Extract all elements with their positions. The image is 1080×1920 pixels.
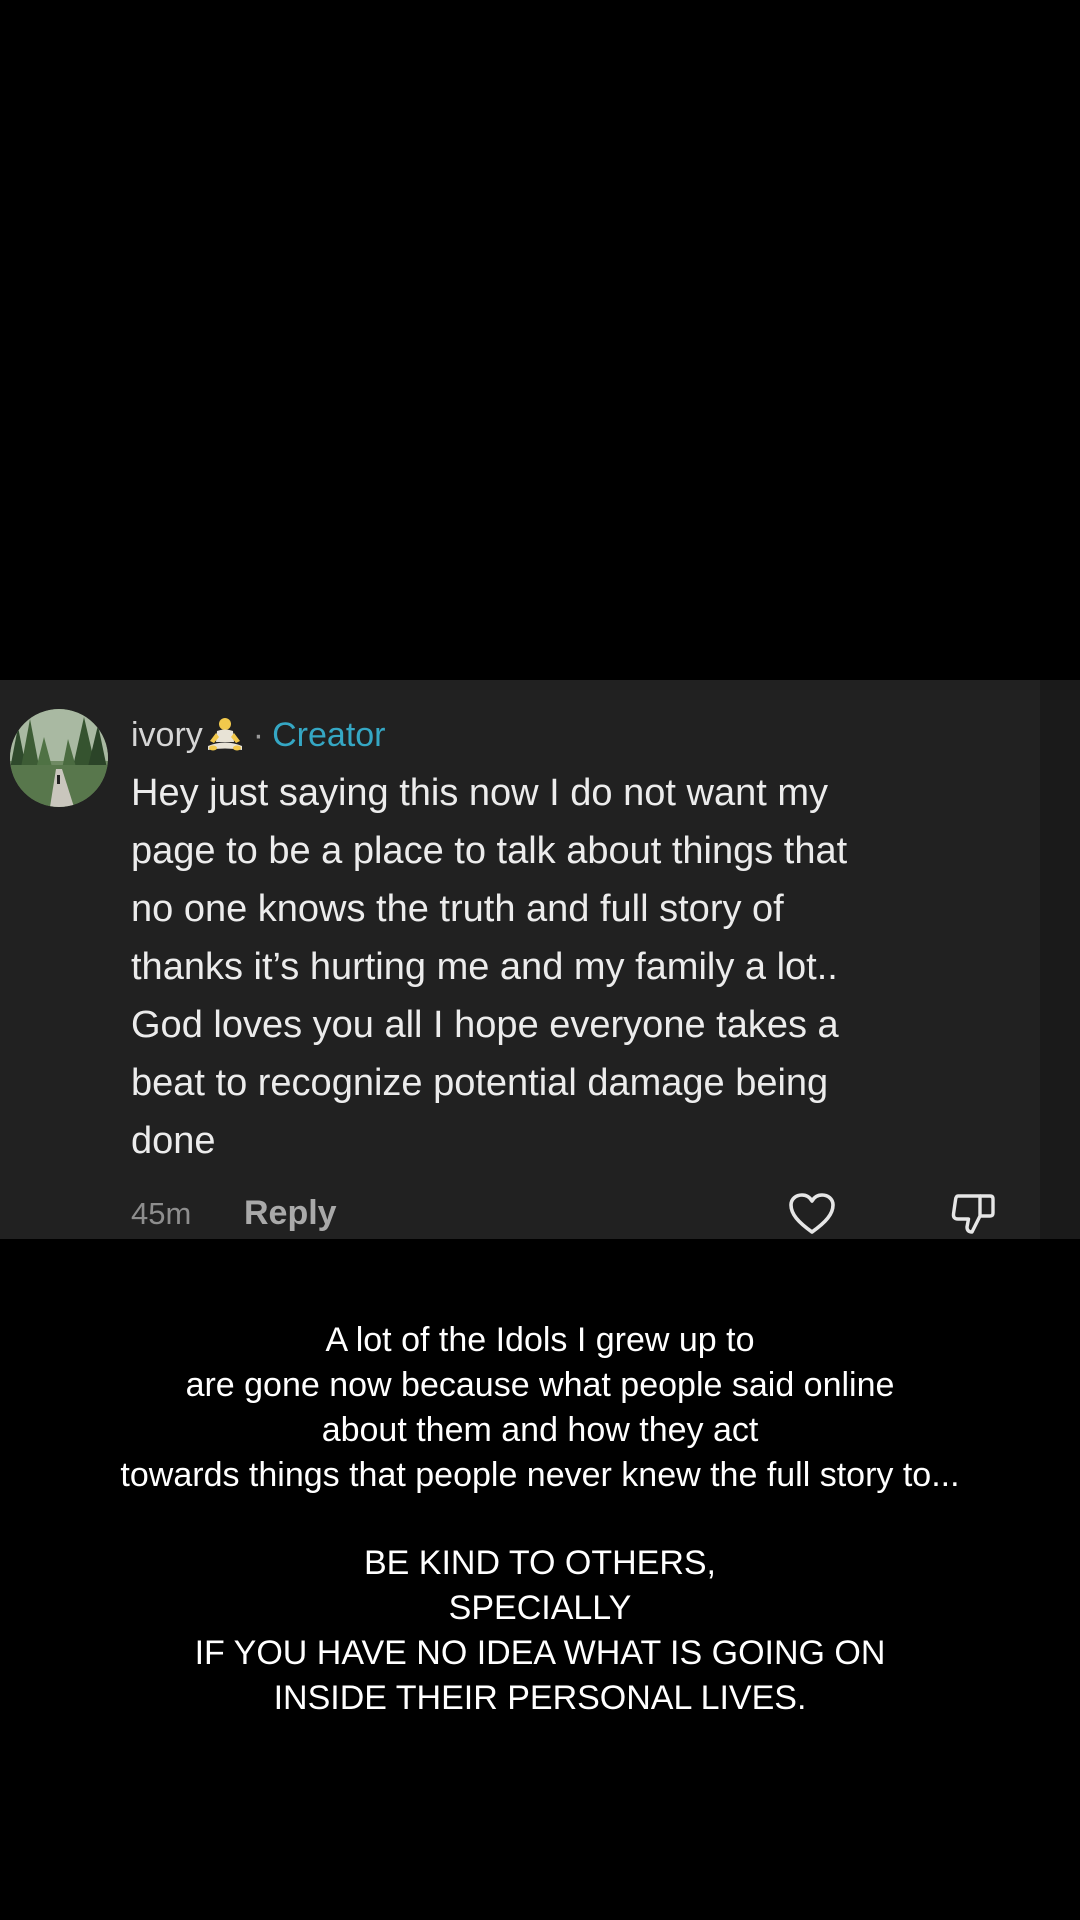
caption-line: A lot of the Idols I grew up to — [325, 1321, 755, 1359]
caption-line: INSIDE THEIR PERSONAL LIVES. — [273, 1679, 807, 1717]
comment-header: ivory · Creator — [131, 710, 386, 760]
comment-footer: 45m Reply — [131, 1188, 1031, 1236]
comment-card: ivory · Creator Hey just saying this now… — [0, 680, 1080, 1239]
forest-path-photo — [10, 709, 108, 807]
caption-line: are gone now because what people said on… — [185, 1366, 895, 1404]
heart-outline-icon — [789, 1193, 835, 1234]
avatar[interactable] — [10, 709, 108, 807]
caption-line: IF YOU HAVE NO IDEA WHAT IS GOING ON — [194, 1634, 886, 1672]
person-in-lotus-position-icon — [205, 717, 245, 753]
separator-dot: · — [252, 715, 265, 754]
creator-badge: Creator — [272, 715, 386, 754]
like-button[interactable] — [788, 1192, 836, 1236]
thumbs-down-outline-icon — [951, 1194, 995, 1234]
caption-line: SPECIALLY — [448, 1589, 632, 1627]
reply-button[interactable]: Reply — [244, 1194, 337, 1233]
caption-line: BE KIND TO OTHERS, — [363, 1544, 717, 1582]
comment-text: Hey just saying this now I do not want m… — [131, 772, 848, 1162]
caption-overlay: A lot of the Idols I grew up to are gone… — [0, 1318, 1080, 1721]
caption-line: about them and how they act — [321, 1411, 759, 1449]
timestamp: 45m — [131, 1196, 192, 1231]
card-edge — [1040, 680, 1080, 1239]
caption-line: towards things that people never knew th… — [120, 1456, 960, 1494]
username[interactable]: ivory — [131, 716, 203, 755]
dislike-button[interactable] — [950, 1190, 996, 1236]
